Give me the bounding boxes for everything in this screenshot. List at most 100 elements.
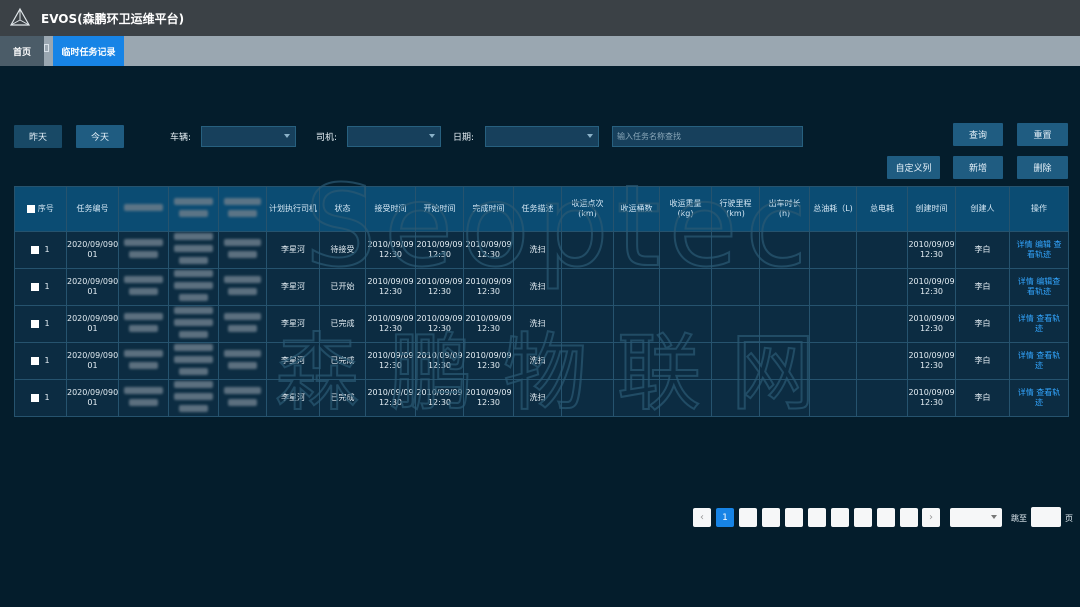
cell-fuel xyxy=(809,379,857,417)
row-action-links[interactable]: 详情 编辑查 看轨迹 xyxy=(1018,277,1061,296)
row-checkbox[interactable] xyxy=(31,393,40,402)
cell-finish-time: 2010/09/09 12:30 xyxy=(463,342,514,380)
redacted-text xyxy=(178,405,209,412)
cell-fuel xyxy=(809,268,857,306)
cell-mileage xyxy=(711,379,760,417)
cell-redacted xyxy=(118,342,169,380)
cell-buckets xyxy=(613,268,660,306)
table-row[interactable]: 1 2020/09/090 01 李星河 已完成 2010/09/09 12:30 201… xyxy=(14,305,1069,343)
select-all-checkbox[interactable] xyxy=(27,204,36,213)
cell-status: 已完成 xyxy=(319,342,366,380)
cell-seq: 1 xyxy=(14,268,67,306)
cell-redacted xyxy=(168,379,219,417)
cell-redacted xyxy=(118,268,169,306)
redacted-text xyxy=(173,344,214,351)
row-checkbox[interactable] xyxy=(31,356,40,365)
cell-fuel xyxy=(809,305,857,343)
driver-select[interactable] xyxy=(347,126,441,147)
page-size-select[interactable] xyxy=(950,508,1002,527)
cell-ops[interactable]: 详情 查看轨 迹 xyxy=(1009,379,1069,417)
add-button[interactable]: 新增 xyxy=(953,156,1003,179)
chevron-left-icon: ‹ xyxy=(700,512,704,523)
cell-mileage xyxy=(711,342,760,380)
table-row[interactable]: 1 2020/09/090 01 李星河 已开始 2010/09/09 12:30 201… xyxy=(14,268,1069,306)
row-action-links[interactable]: 详情 查看轨 迹 xyxy=(1018,388,1061,407)
cell-seq: 1 xyxy=(14,231,67,269)
query-button[interactable]: 查询 xyxy=(953,123,1003,146)
next-page-button[interactable]: › xyxy=(922,508,940,527)
page-button[interactable] xyxy=(739,508,757,527)
redacted-text xyxy=(123,204,164,211)
cell-mileage xyxy=(711,305,760,343)
cell-task-desc: 洗扫 xyxy=(513,268,562,306)
row-checkbox[interactable] xyxy=(31,282,40,291)
yesterday-button[interactable]: 昨天 xyxy=(14,125,62,148)
table-row[interactable]: 1 2020/09/090 01 李星河 已完成 2010/09/09 12:30 201… xyxy=(14,379,1069,417)
date-select[interactable] xyxy=(485,126,599,147)
page-button[interactable] xyxy=(762,508,780,527)
page-button[interactable] xyxy=(877,508,895,527)
cell-driver: 李星河 xyxy=(266,305,320,343)
header-status: 状态 xyxy=(319,186,366,232)
search-input[interactable]: 输入任务名称查找 xyxy=(612,126,803,147)
tab-temporary-task-records[interactable]: 临时任务记录 xyxy=(53,36,124,66)
delete-button[interactable]: 删除 xyxy=(1017,156,1068,179)
redacted-text xyxy=(173,233,214,240)
cell-creator: 李白 xyxy=(955,342,1010,380)
redacted-text xyxy=(123,276,164,283)
cell-ops[interactable]: 详情 编辑查 看轨迹 xyxy=(1009,268,1069,306)
cell-buckets xyxy=(613,231,660,269)
header-fuel: 总油耗（L) xyxy=(809,186,857,232)
page-button[interactable] xyxy=(900,508,918,527)
page-button[interactable] xyxy=(808,508,826,527)
redacted-text xyxy=(173,356,214,363)
row-checkbox[interactable] xyxy=(31,319,40,328)
cell-redacted xyxy=(218,305,267,343)
today-button[interactable]: 今天 xyxy=(76,125,124,148)
vehicle-select[interactable] xyxy=(201,126,296,147)
page-button[interactable] xyxy=(785,508,803,527)
row-action-links[interactable]: 详情 查看轨 迹 xyxy=(1018,314,1061,333)
cell-redacted xyxy=(168,305,219,343)
reset-button[interactable]: 重置 xyxy=(1017,123,1068,146)
table-row[interactable]: 1 2020/09/090 01 李星河 已完成 2010/09/09 12:30 201… xyxy=(14,342,1069,380)
tab-home[interactable]: 首页 xyxy=(0,36,44,66)
cell-finish-time: 2010/09/09 12:30 xyxy=(463,231,514,269)
redacted-text xyxy=(173,381,214,388)
cell-task-no: 2020/09/090 01 xyxy=(66,379,119,417)
table-row[interactable]: 1 2020/09/090 01 李星河 待接受 2010/09/09 12:30 201… xyxy=(14,231,1069,269)
page-button[interactable] xyxy=(831,508,849,527)
driver-label: 司机: xyxy=(316,133,338,143)
cell-ops[interactable]: 详情 查看轨 迹 xyxy=(1009,305,1069,343)
page-button-current[interactable]: 1 xyxy=(716,508,734,527)
goto-suffix: 页 xyxy=(1065,514,1073,523)
cell-creator: 李白 xyxy=(955,268,1010,306)
goto-page-input[interactable] xyxy=(1031,507,1061,527)
header-task-desc: 任务描述 xyxy=(513,186,562,232)
header-start-time: 开始时间 xyxy=(415,186,464,232)
custom-columns-button[interactable]: 自定义列 xyxy=(887,156,940,179)
cell-ops[interactable]: 详情 编辑 查 看轨迹 xyxy=(1009,231,1069,269)
cell-task-no: 2020/09/090 01 xyxy=(66,305,119,343)
tab-close-icon[interactable] xyxy=(44,44,49,52)
cell-ops[interactable]: 详情 查看轨 迹 xyxy=(1009,342,1069,380)
redacted-text xyxy=(178,210,209,217)
prev-page-button[interactable]: ‹ xyxy=(693,508,711,527)
redacted-text xyxy=(128,251,159,258)
cell-trips xyxy=(561,231,614,269)
redacted-text xyxy=(123,387,164,394)
cell-task-desc: 洗扫 xyxy=(513,305,562,343)
cell-finish-time: 2010/09/09 12:30 xyxy=(463,305,514,343)
row-action-links[interactable]: 详情 查看轨 迹 xyxy=(1018,351,1061,370)
row-checkbox[interactable] xyxy=(31,245,40,254)
redacted-text xyxy=(223,276,262,283)
redacted-text xyxy=(228,362,257,369)
cell-duration xyxy=(759,268,810,306)
chevron-down-icon xyxy=(429,134,435,138)
redacted-text xyxy=(173,198,214,205)
cell-driver: 李星河 xyxy=(266,379,320,417)
cell-start-time: 2010/09/09 12:30 xyxy=(415,305,464,343)
redacted-text xyxy=(128,325,159,332)
row-action-links[interactable]: 详情 编辑 查 看轨迹 xyxy=(1016,240,1061,259)
page-button[interactable] xyxy=(854,508,872,527)
